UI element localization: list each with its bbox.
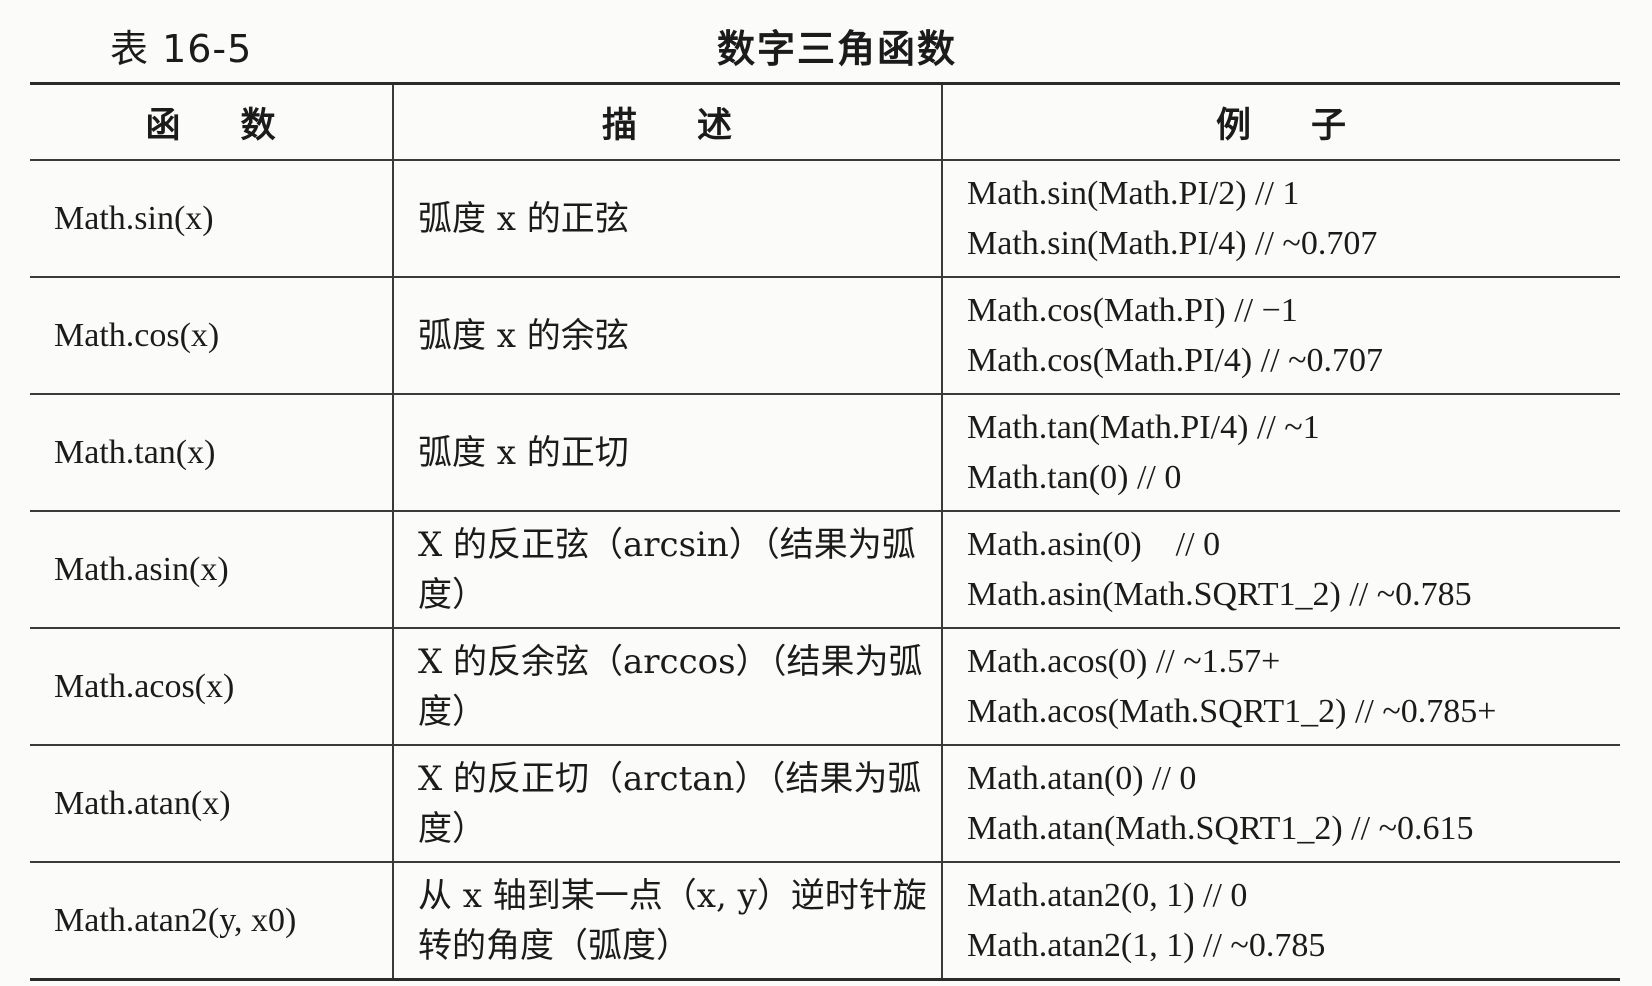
example-cell: Math.sin(Math.PI/2) // 1 Math.sin(Math.P… — [941, 160, 1620, 278]
example-line: Math.sin(Math.PI/4) // ~0.707 — [967, 224, 1378, 262]
example-cell: Math.acos(0) // ~1.57+ Math.acos(Math.SQ… — [941, 628, 1620, 746]
table-row: Math.atan(x) X 的反正切（arctan）（结果为弧度） Math.… — [30, 745, 1620, 863]
function-cell: Math.tan(x) — [30, 394, 393, 512]
table-row: Math.sin(x) 弧度 x 的正弦 Math.sin(Math.PI/2)… — [30, 160, 1620, 278]
function-cell: Math.atan2(y, x0) — [54, 901, 297, 939]
function-cell: Math.asin(x) — [30, 511, 393, 629]
example-line: Math.sin(Math.PI/2) // 1 — [967, 174, 1300, 212]
description-cell: X 的反余弦（arccos）（结果为弧度） — [392, 628, 942, 746]
description-cell: 弧度 x 的余弦 — [392, 277, 942, 395]
document-page: 表 16-5 数字三角函数 函数 描述 例子 Math.sin(x) 弧度 x … — [0, 0, 1652, 986]
example-cell: Math.tan(Math.PI/4) // ~1 Math.tan(0) //… — [941, 394, 1620, 512]
example-cell: Math.asin(0) // 0 Math.asin(Math.SQRT1_2… — [941, 511, 1620, 629]
table-row: Math.cos(x) 弧度 x 的余弦 Math.cos(Math.PI) /… — [30, 277, 1620, 395]
example-line: Math.tan(0) // 0 — [967, 458, 1182, 496]
header-row: 函数 描述 例子 — [30, 83, 1620, 161]
example-line: Math.atan2(1, 1) // ~0.785 — [967, 926, 1326, 964]
table-row: Math.atan2(y, x0) 从 x 轴到某一点（x, y）逆时针旋转的角… — [30, 862, 1620, 980]
example-line: Math.atan(0) // 0 — [967, 759, 1197, 797]
description-cell: 弧度 x 的正切 — [392, 394, 942, 512]
example-line: Math.acos(Math.SQRT1_2) // ~0.785+ — [967, 692, 1497, 730]
table-title: 数字三角函数 — [717, 27, 958, 71]
table-number: 表 16-5 — [110, 27, 253, 71]
example-line: Math.atan2(0, 1) // 0 — [967, 876, 1248, 914]
example-cell: Math.cos(Math.PI) // −1 Math.cos(Math.PI… — [941, 277, 1620, 395]
description-cell: 弧度 x 的正弦 — [392, 160, 942, 278]
example-line: Math.asin(Math.SQRT1_2) // ~0.785 — [967, 575, 1472, 613]
example-line: Math.cos(Math.PI) // −1 — [967, 291, 1298, 329]
example-cell: Math.atan(0) // 0 Math.atan(Math.SQRT1_2… — [941, 745, 1620, 863]
description-cell: X 的反正切（arctan）（结果为弧度） — [392, 745, 942, 863]
table-row: Math.tan(x) 弧度 x 的正切 Math.tan(Math.PI/4)… — [30, 394, 1620, 512]
example-line: Math.cos(Math.PI/4) // ~0.707 — [967, 341, 1383, 379]
table-caption: 表 16-5 数字三角函数 — [0, 10, 1652, 80]
header-description: 描述 — [392, 83, 942, 161]
header-function: 函数 — [30, 83, 393, 161]
function-cell: Math.atan(x) — [30, 745, 393, 863]
table-row: Math.asin(x) X 的反正弦（arcsin）（结果为弧度） Math.… — [30, 511, 1620, 629]
function-cell: Math.cos(x) — [30, 277, 393, 395]
trig-functions-table: 函数 描述 例子 Math.sin(x) 弧度 x 的正弦 Math.sin(M… — [30, 82, 1620, 981]
example-cell: Math.atan2(0, 1) // 0 Math.atan2(1, 1) /… — [941, 862, 1620, 980]
function-cell: Math.acos(x) — [30, 628, 393, 746]
example-line: Math.atan(Math.SQRT1_2) // ~0.615 — [967, 809, 1474, 847]
function-cell: Math.sin(x) — [30, 160, 393, 278]
description-cell: 从 x 轴到某一点（x, y）逆时针旋转的角度（弧度） — [392, 862, 942, 980]
example-line: Math.tan(Math.PI/4) // ~1 — [967, 408, 1320, 446]
description-cell: X 的反正弦（arcsin）（结果为弧度） — [392, 511, 942, 629]
table-row: Math.acos(x) X 的反余弦（arccos）（结果为弧度） Math.… — [30, 628, 1620, 746]
example-line: Math.acos(0) // ~1.57+ — [967, 642, 1281, 680]
example-line: Math.asin(0) // 0 — [967, 525, 1221, 563]
header-example: 例子 — [941, 83, 1620, 161]
